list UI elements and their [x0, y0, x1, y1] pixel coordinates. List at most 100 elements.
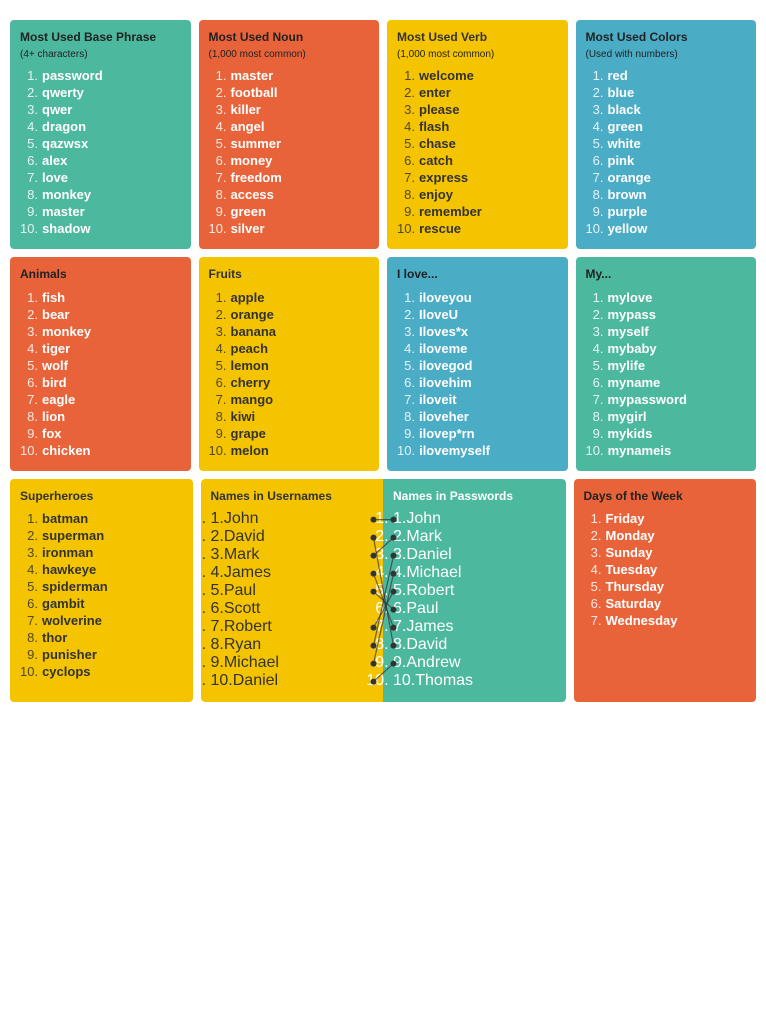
list-item: 1.batman: [20, 510, 183, 527]
list-item: 9.punisher: [20, 646, 183, 663]
card-base-phrase: Most Used Base Phrase (4+ characters) 1.…: [10, 20, 191, 249]
list-item: 8.brown: [586, 186, 747, 203]
list-item: 2.enter: [397, 84, 558, 101]
list-item: 5.white: [586, 135, 747, 152]
list-item: 4.flash: [397, 118, 558, 135]
list-item: 7.mypassword: [586, 391, 747, 408]
list-item: 6.pink: [586, 152, 747, 169]
list-item: 9.mykids: [586, 425, 747, 442]
list-item: 4.green: [586, 118, 747, 135]
card-colors-title: Most Used Colors (Used with numbers): [586, 30, 747, 61]
card-noun: Most Used Noun (1,000 most common) 1.mas…: [199, 20, 380, 249]
list-item: 1.iloveyou: [397, 289, 558, 306]
list-item: 5.Paul: [211, 582, 374, 600]
list-item: 3.please: [397, 101, 558, 118]
list-item: 10.cyclops: [20, 663, 183, 680]
list-item: 3.killer: [209, 101, 370, 118]
list-item: 4.dragon: [20, 118, 181, 135]
list-item: 3.monkey: [20, 323, 181, 340]
card-names-passwords: Names in Passwords 1.John2.Mark3.Daniel4…: [383, 479, 566, 703]
list-item: 7.James: [393, 618, 556, 636]
list-item: 4.angel: [209, 118, 370, 135]
list-item: 4.iloveme: [397, 340, 558, 357]
list-item: 10.ilovemyself: [397, 442, 558, 459]
list-item: 5.wolf: [20, 357, 181, 374]
card-fruits: Fruits 1.apple2.orange3.banana4.peach5.l…: [199, 257, 380, 471]
list-item: 5.lemon: [209, 357, 370, 374]
list-item: 3.banana: [209, 323, 370, 340]
list-item: 2.David: [211, 528, 374, 546]
card-names-passwords-title: Names in Passwords: [393, 489, 556, 505]
card-names: Names in Usernames 1.John2.David3.Mark4.…: [201, 479, 566, 703]
list-item: 6.bird: [20, 374, 181, 391]
list-item: 8.mygirl: [586, 408, 747, 425]
list-item: 8.kiwi: [209, 408, 370, 425]
card-animals: Animals 1.fish2.bear3.monkey4.tiger5.wol…: [10, 257, 191, 471]
list-item: 7.love: [20, 169, 181, 186]
list-item: 8.lion: [20, 408, 181, 425]
list-item: 2.qwerty: [20, 84, 181, 101]
list-item: 2.IloveU: [397, 306, 558, 323]
card-colors: Most Used Colors (Used with numbers) 1.r…: [576, 20, 757, 249]
list-item: 5.Thursday: [584, 578, 747, 595]
list-item: 5.Robert: [393, 582, 556, 600]
list-item: 4.hawkeye: [20, 561, 183, 578]
list-item: 1.John: [211, 510, 374, 528]
card-fruits-title: Fruits: [209, 267, 370, 283]
list-item: 9.ilovep*rn: [397, 425, 558, 442]
list-item: 9.Andrew: [393, 654, 556, 672]
list-item: 7.Robert: [211, 618, 374, 636]
list-item: 6.money: [209, 152, 370, 169]
card-names-usernames: Names in Usernames 1.John2.David3.Mark4.…: [201, 479, 384, 703]
list-item: 3.black: [586, 101, 747, 118]
list-item: 9.remember: [397, 203, 558, 220]
list-item: 5.ilovegod: [397, 357, 558, 374]
list-item: 7.eagle: [20, 391, 181, 408]
list-item: 6.ilovehim: [397, 374, 558, 391]
list-item: 9.purple: [586, 203, 747, 220]
list-item: 10.Thomas: [393, 672, 556, 690]
list-item: 3.Iloves*x: [397, 323, 558, 340]
list-item: 5.spiderman: [20, 578, 183, 595]
list-item: 10.silver: [209, 220, 370, 237]
list-item: 2.Monday: [584, 527, 747, 544]
card-ilove-title: I love...: [397, 267, 558, 283]
list-item: 10.yellow: [586, 220, 747, 237]
list-item: 6.alex: [20, 152, 181, 169]
list-item: 2.blue: [586, 84, 747, 101]
list-item: 9.green: [209, 203, 370, 220]
list-item: 3.ironman: [20, 544, 183, 561]
list-item: 1.apple: [209, 289, 370, 306]
card-noun-title: Most Used Noun (1,000 most common): [209, 30, 370, 61]
list-item: 8.Ryan: [211, 636, 374, 654]
list-item: 7.Wednesday: [584, 612, 747, 629]
list-item: 6.Saturday: [584, 595, 747, 612]
list-item: 6.catch: [397, 152, 558, 169]
card-names-usernames-title: Names in Usernames: [211, 489, 374, 505]
list-item: 3.Daniel: [393, 546, 556, 564]
card-superheroes-title: Superheroes: [20, 489, 183, 505]
list-item: 8.access: [209, 186, 370, 203]
list-item: 6.Paul: [393, 600, 556, 618]
list-item: 9.grape: [209, 425, 370, 442]
list-item: 5.summer: [209, 135, 370, 152]
card-verb-title: Most Used Verb (1,000 most common): [397, 30, 558, 61]
list-item: 7.freedom: [209, 169, 370, 186]
list-item: 1.Friday: [584, 510, 747, 527]
list-item: 4.tiger: [20, 340, 181, 357]
list-item: 8.David: [393, 636, 556, 654]
list-item: 10.shadow: [20, 220, 181, 237]
card-days: Days of the Week 1.Friday2.Monday3.Sunda…: [574, 479, 757, 703]
card-verb: Most Used Verb (1,000 most common) 1.wel…: [387, 20, 568, 249]
list-item: 4.peach: [209, 340, 370, 357]
list-item: 1.fish: [20, 289, 181, 306]
list-item: 10.melon: [209, 442, 370, 459]
list-item: 4.Tuesday: [584, 561, 747, 578]
list-item: 10.Daniel: [211, 672, 374, 690]
list-item: 3.myself: [586, 323, 747, 340]
card-ilove: I love... 1.iloveyou2.IloveU3.Iloves*x4.…: [387, 257, 568, 471]
list-item: 7.iloveit: [397, 391, 558, 408]
list-item: 2.football: [209, 84, 370, 101]
list-item: 2.mypass: [586, 306, 747, 323]
list-item: 4.James: [211, 564, 374, 582]
